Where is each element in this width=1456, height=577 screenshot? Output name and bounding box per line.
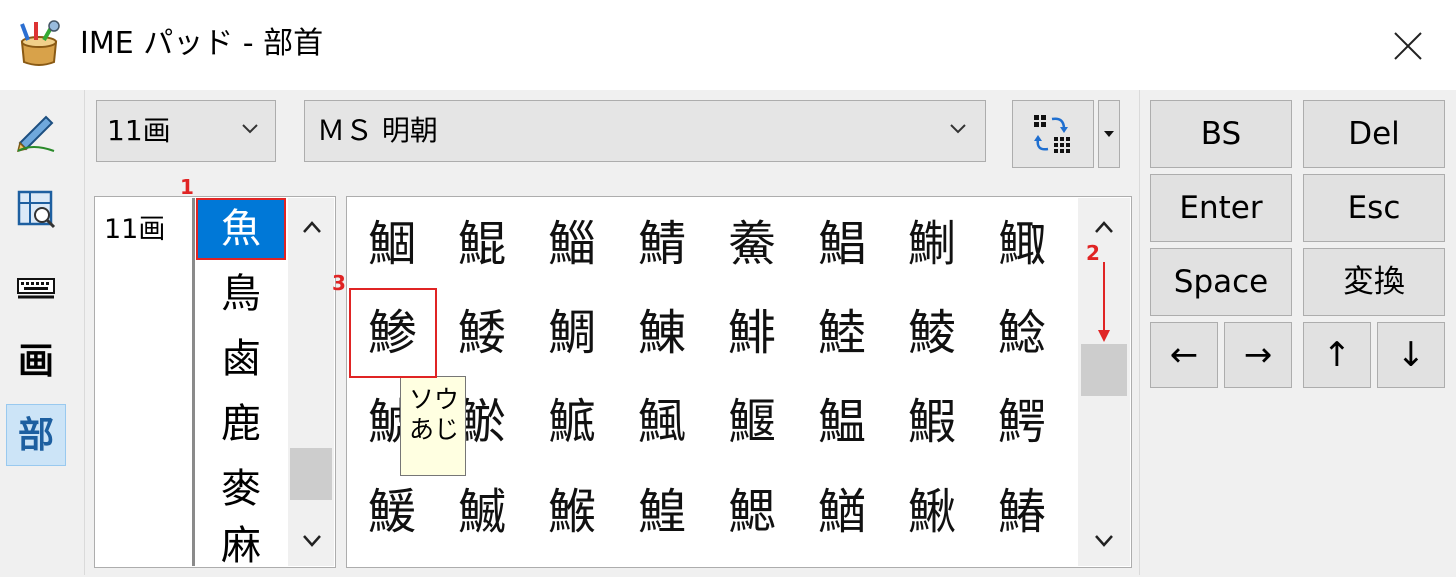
mode-character-list-button[interactable] xyxy=(6,178,66,240)
mode-soft-keyboard-button[interactable] xyxy=(6,254,66,316)
arrow-left-key[interactable]: ← xyxy=(1150,322,1218,388)
character-cell[interactable]: 鯯 xyxy=(887,200,977,288)
mode-radical-button[interactable]: 部 xyxy=(6,404,66,466)
arrow-right-key[interactable]: → xyxy=(1224,322,1292,388)
annotation-number-2: 2 xyxy=(1086,241,1100,265)
character-cell[interactable]: 鰍 xyxy=(887,468,977,556)
character-cell[interactable]: 鯸 xyxy=(527,468,617,556)
radical-icon: 部 xyxy=(17,414,54,456)
character-cell[interactable]: 鯧 xyxy=(797,200,887,288)
convert-key[interactable]: 変換 xyxy=(1303,248,1445,316)
character-cell[interactable]: 鯝 xyxy=(347,200,437,288)
character-cell[interactable]: 鰆 xyxy=(977,468,1067,556)
character-cell[interactable]: 鯡 xyxy=(707,289,797,377)
caret-down-icon xyxy=(1104,131,1114,137)
annotation-box-1 xyxy=(196,198,286,260)
radical-scrollbar-thumb[interactable] xyxy=(290,448,332,500)
stroke-count-icon: 画 xyxy=(17,340,54,382)
tooltip-onyomi: ソウ xyxy=(409,385,460,414)
radical-item[interactable]: 麥 xyxy=(198,458,284,520)
chevron-down-icon xyxy=(950,124,966,134)
character-cell[interactable]: 鰛 xyxy=(797,378,887,466)
mode-handwriting-button[interactable] xyxy=(6,102,66,164)
character-cell[interactable]: 鰕 xyxy=(887,378,977,466)
scroll-down-icon[interactable] xyxy=(302,534,322,548)
character-cell[interactable]: 鰀 xyxy=(347,468,437,556)
character-cell[interactable]: 鯪 xyxy=(887,289,977,377)
character-cell[interactable]: 鰌 xyxy=(797,468,887,556)
annotation-box-3 xyxy=(349,288,437,378)
annotation-number-1: 1 xyxy=(180,175,194,199)
character-cell[interactable]: 鯗 xyxy=(707,200,797,288)
character-list-icon xyxy=(17,190,56,229)
space-key[interactable]: Space xyxy=(1150,248,1292,316)
reading-tooltip: ソウ あじ xyxy=(400,376,466,476)
character-cell[interactable]: 鯰 xyxy=(977,289,1067,377)
character-cell[interactable]: 鰓 xyxy=(707,468,797,556)
close-icon xyxy=(1394,32,1422,60)
character-cell[interactable]: 鯔 xyxy=(527,200,617,288)
escape-key[interactable]: Esc xyxy=(1303,174,1445,242)
character-cell[interactable]: 鯥 xyxy=(797,289,887,377)
font-select-value: ＭＳ 明朝 xyxy=(317,114,438,147)
character-cell[interactable]: 鯫 xyxy=(977,200,1067,288)
character-cell[interactable]: 鯤 xyxy=(437,200,527,288)
enter-key[interactable]: Enter xyxy=(1150,174,1292,242)
window-title: IME パッド - 部首 xyxy=(80,26,324,61)
character-cell[interactable]: 鰋 xyxy=(707,378,797,466)
ime-pad-app-icon xyxy=(14,20,64,68)
view-toggle-button[interactable] xyxy=(1012,100,1094,168)
radical-item[interactable]: 鹿 xyxy=(198,393,284,455)
character-cell[interactable]: 鯴 xyxy=(617,378,707,466)
character-cell[interactable]: 鯖 xyxy=(617,200,707,288)
scroll-up-icon[interactable] xyxy=(302,220,322,234)
character-cell[interactable]: 鯳 xyxy=(527,378,617,466)
character-cell[interactable]: 鰉 xyxy=(617,468,707,556)
close-button[interactable] xyxy=(1380,22,1436,70)
backspace-key[interactable]: BS xyxy=(1150,100,1292,168)
arrow-down-key[interactable]: ↓ xyxy=(1377,322,1445,388)
handwriting-icon xyxy=(16,115,55,153)
view-dropdown-button[interactable] xyxy=(1098,100,1120,168)
radical-item[interactable]: 鹵 xyxy=(198,328,284,390)
radical-stroke-label: 11画 xyxy=(104,214,166,245)
annotation-number-3: 3 xyxy=(332,271,346,295)
stroke-count-select[interactable]: 11画 xyxy=(96,100,276,162)
character-cell[interactable]: 鰐 xyxy=(977,378,1067,466)
tooltip-kunyomi: あじ xyxy=(409,415,460,444)
radical-divider xyxy=(192,198,195,566)
character-cell[interactable]: 鰄 xyxy=(437,468,527,556)
radical-item[interactable]: 麻 xyxy=(198,515,284,577)
annotation-arrow-down-icon xyxy=(1098,262,1110,342)
radical-item[interactable]: 鳥 xyxy=(198,263,284,325)
mode-stroke-count-button[interactable]: 画 xyxy=(6,330,66,392)
character-cell[interactable]: 鯟 xyxy=(617,289,707,377)
stroke-count-select-value: 11画 xyxy=(107,114,171,147)
chevron-down-icon xyxy=(242,124,258,134)
character-cell[interactable]: 鯛 xyxy=(527,289,617,377)
character-cell[interactable]: 鯘 xyxy=(437,289,527,377)
scroll-down-icon[interactable] xyxy=(1094,534,1114,548)
radical-scrollbar[interactable] xyxy=(288,198,334,566)
character-scrollbar-thumb[interactable] xyxy=(1081,344,1127,396)
keyboard-icon xyxy=(17,278,55,299)
scroll-up-icon[interactable] xyxy=(1094,220,1114,234)
delete-key[interactable]: Del xyxy=(1303,100,1445,168)
arrow-up-key[interactable]: ↑ xyxy=(1303,322,1371,388)
grid-view-icon xyxy=(1034,115,1070,153)
font-select[interactable]: ＭＳ 明朝 xyxy=(304,100,986,162)
